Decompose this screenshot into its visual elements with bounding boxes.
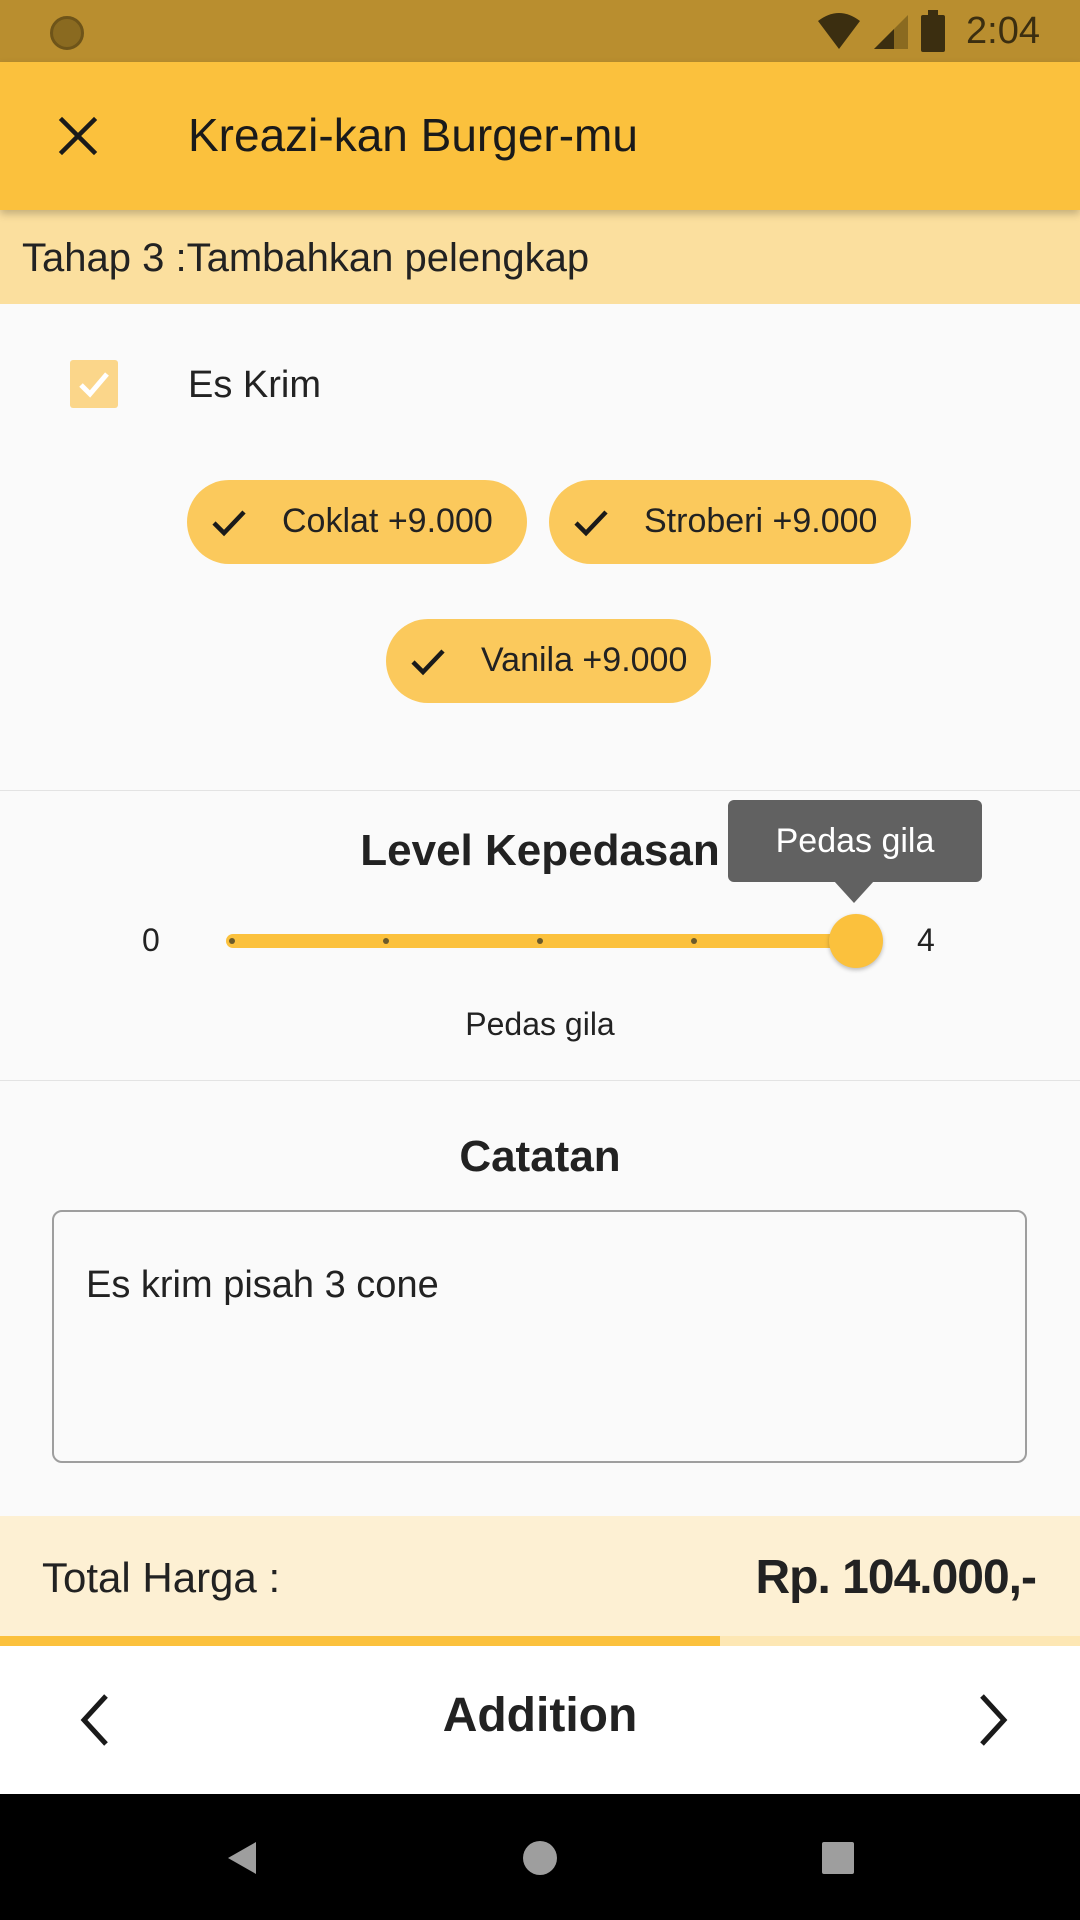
chip-label: Stroberi +9.000 bbox=[644, 502, 878, 540]
status-icons: 2:04 bbox=[816, 8, 1040, 54]
slider-tick bbox=[691, 938, 697, 944]
slider-tooltip: Pedas gila bbox=[728, 800, 982, 882]
home-button[interactable] bbox=[512, 1830, 568, 1886]
chip-label: Coklat +9.000 bbox=[282, 502, 493, 540]
back-button[interactable] bbox=[214, 1830, 270, 1886]
close-icon bbox=[58, 116, 98, 156]
page-title: Kreazi-kan Burger-mu bbox=[188, 109, 638, 161]
check-icon bbox=[79, 372, 109, 398]
app-bar: Kreazi-kan Burger-mu bbox=[0, 62, 1080, 210]
recents-square-icon bbox=[822, 1842, 854, 1874]
step-progress-fill bbox=[0, 1636, 721, 1646]
check-icon bbox=[212, 510, 246, 537]
slider-value-label: Pedas gila bbox=[465, 1006, 615, 1042]
total-value: Rp. 104.000,- bbox=[755, 1551, 1037, 1604]
slider-tick bbox=[383, 938, 389, 944]
slider-min-label: 0 bbox=[142, 922, 160, 958]
step-progress-bar bbox=[0, 1636, 1080, 1646]
tooltip-arrow bbox=[834, 881, 874, 903]
notes-input-value: Es krim pisah 3 cone bbox=[86, 1264, 439, 1306]
divider bbox=[0, 1080, 1080, 1081]
slider-max-label: 4 bbox=[917, 922, 935, 958]
recents-button[interactable] bbox=[810, 1830, 866, 1886]
chip-label: Vanila +9.000 bbox=[481, 641, 688, 679]
check-icon bbox=[411, 649, 445, 676]
step-header: Tahap 3 :Tambahkan pelengkap bbox=[0, 210, 1080, 304]
battery-icon bbox=[921, 10, 946, 52]
status-bar: 2:04 bbox=[0, 0, 1080, 62]
chip-vanila[interactable]: Vanila +9.000 bbox=[386, 619, 711, 703]
total-label: Total Harga : bbox=[42, 1554, 281, 1601]
step-label: Tahap 3 :Tambahkan pelengkap bbox=[22, 236, 590, 280]
system-nav-bar bbox=[0, 1794, 1080, 1920]
back-triangle-icon bbox=[228, 1842, 256, 1874]
close-button[interactable] bbox=[40, 98, 116, 174]
check-icon bbox=[574, 510, 608, 537]
es-krim-checkbox[interactable] bbox=[70, 360, 118, 408]
notification-icon bbox=[50, 16, 84, 50]
chevron-right-icon bbox=[980, 1694, 1008, 1746]
chip-coklat[interactable]: Coklat +9.000 bbox=[187, 480, 527, 564]
bottom-nav: Addition bbox=[0, 1646, 1080, 1794]
slider-tick bbox=[537, 938, 543, 944]
notes-input[interactable]: Es krim pisah 3 cone bbox=[52, 1210, 1027, 1463]
total-bar: Total Harga : Rp. 104.000,- bbox=[0, 1516, 1080, 1636]
status-time: 2:04 bbox=[966, 9, 1040, 52]
next-button[interactable] bbox=[952, 1680, 1032, 1760]
notes-title: Catatan bbox=[459, 1132, 621, 1181]
home-circle-icon bbox=[523, 1841, 557, 1875]
chip-stroberi[interactable]: Stroberi +9.000 bbox=[549, 480, 911, 564]
spicy-slider-thumb[interactable] bbox=[829, 914, 883, 968]
wifi-icon bbox=[818, 13, 861, 49]
signal-icon bbox=[874, 15, 909, 49]
step-name: Addition bbox=[442, 1689, 638, 1742]
es-krim-label: Es Krim bbox=[188, 364, 321, 406]
divider bbox=[0, 790, 1080, 791]
slider-tick bbox=[229, 938, 235, 944]
